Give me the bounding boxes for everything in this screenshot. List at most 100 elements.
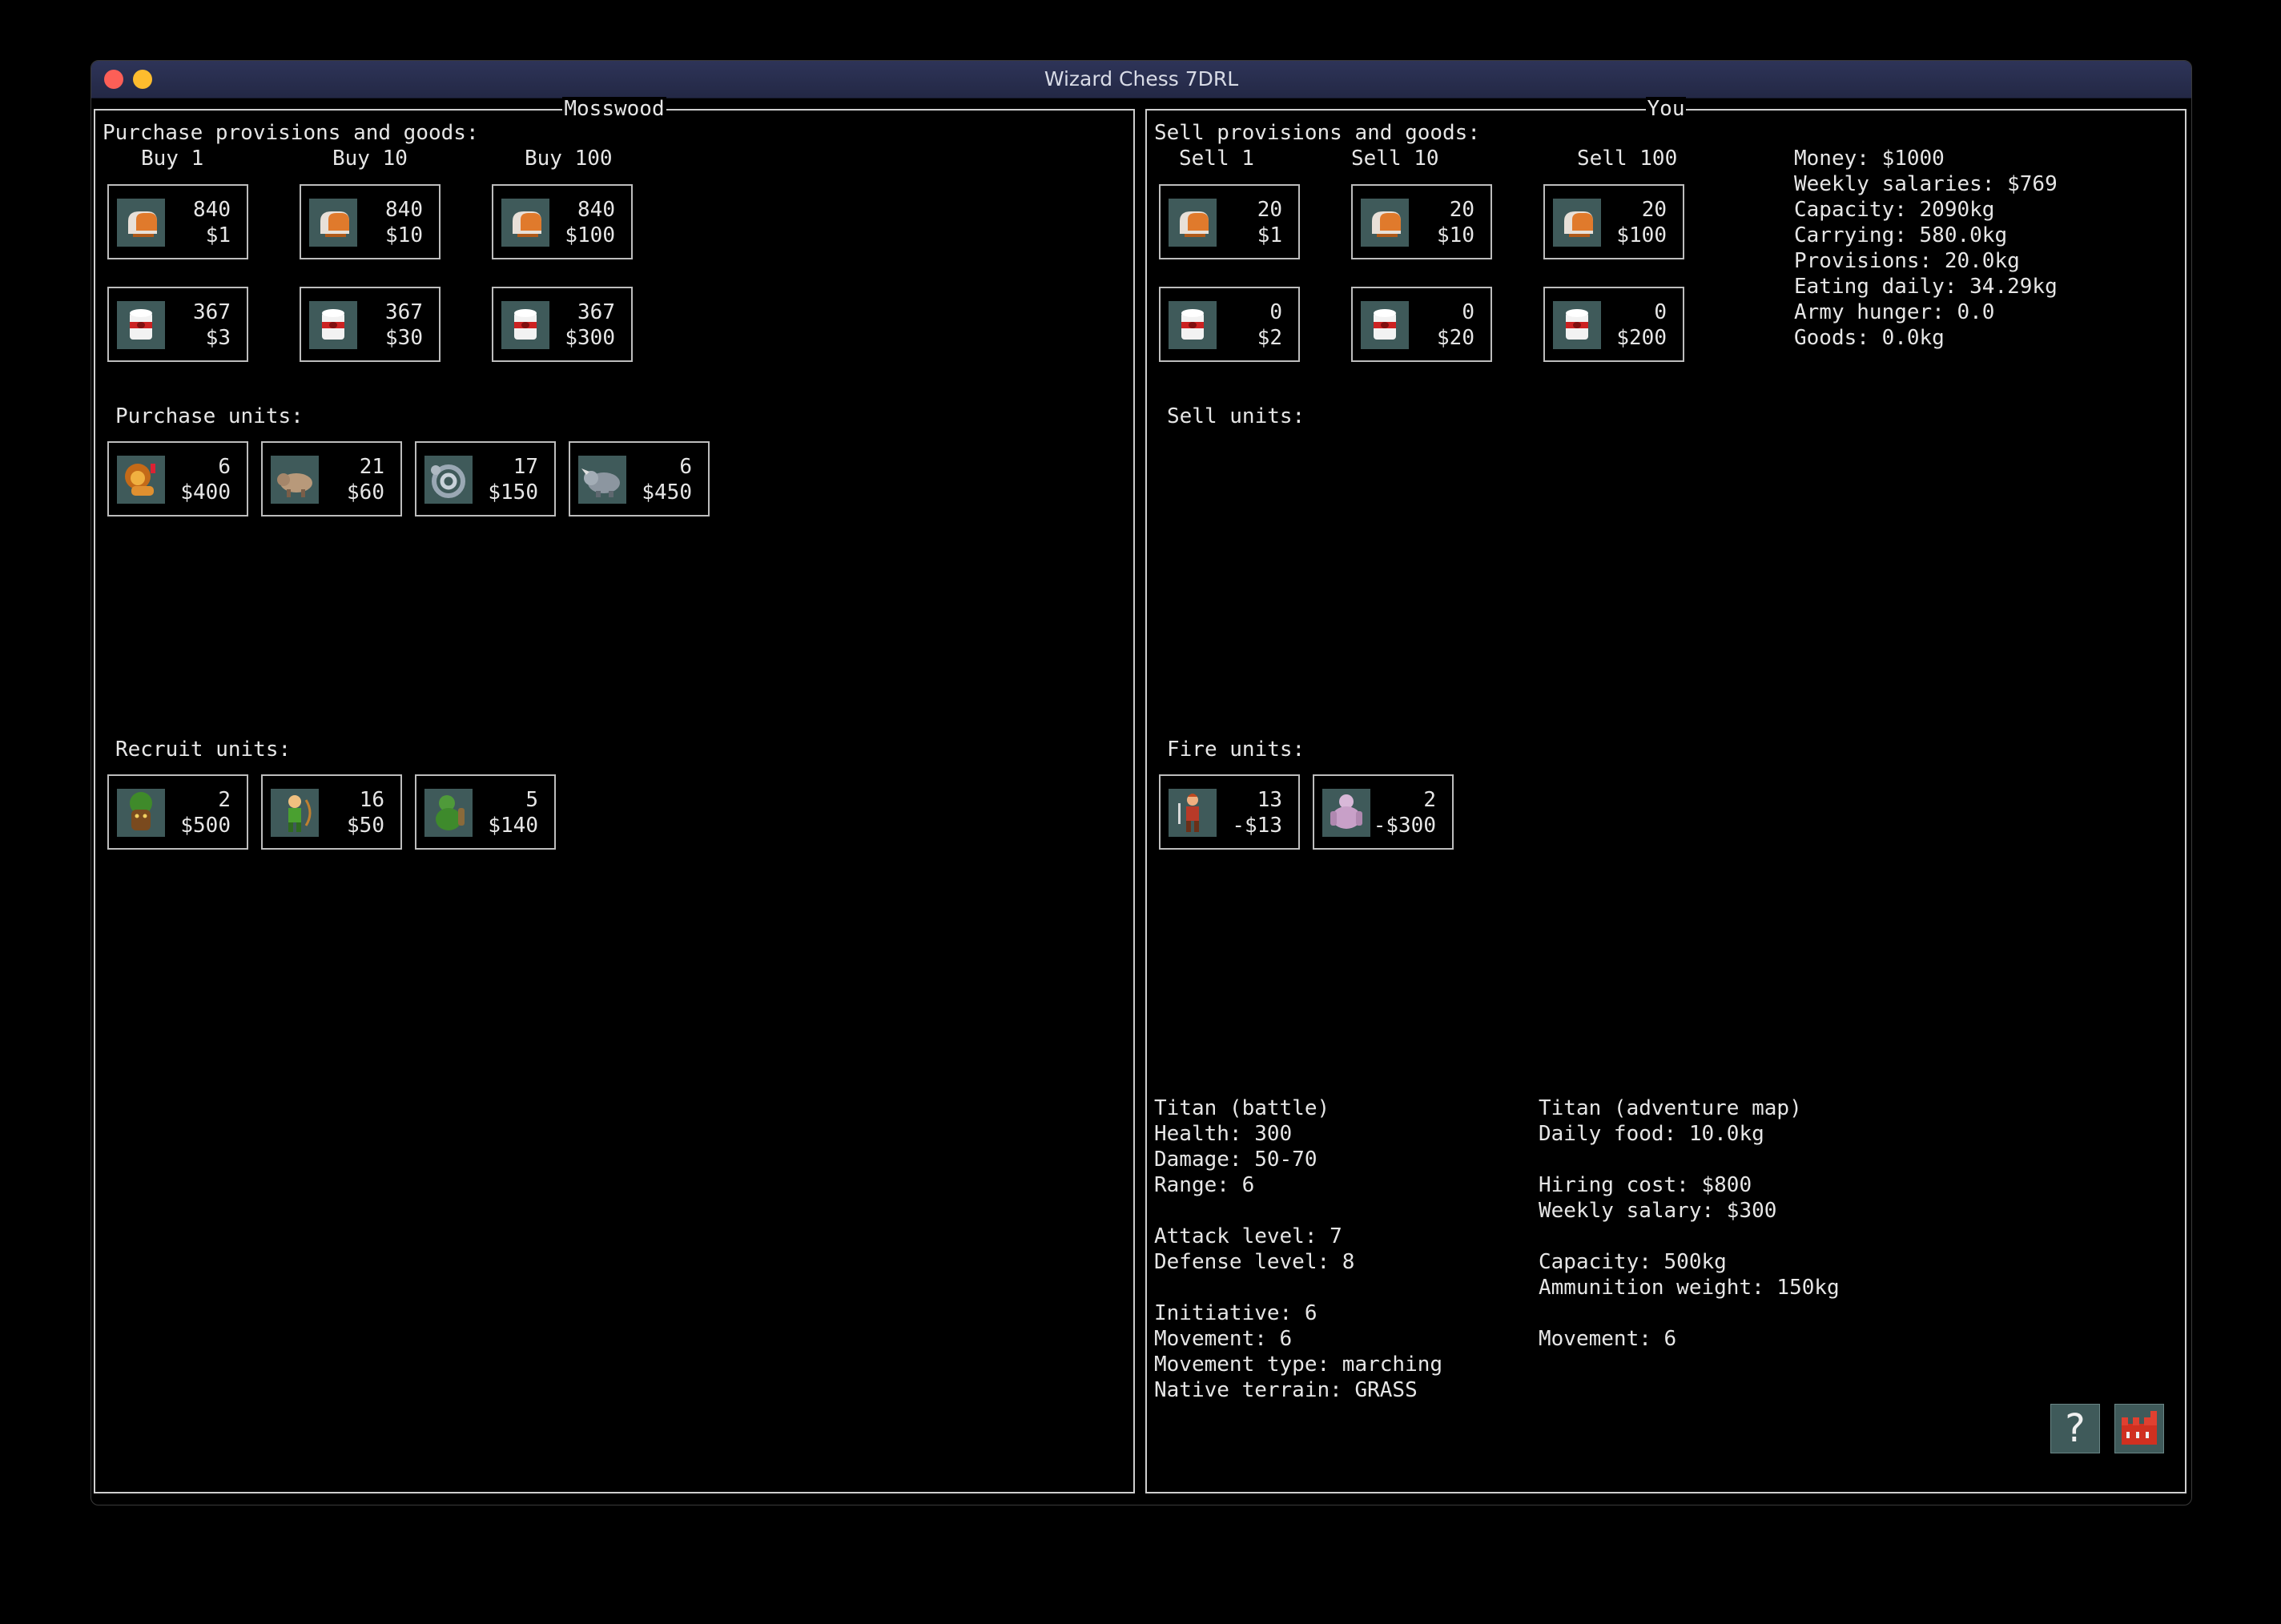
exit-town-button[interactable]: [2114, 1404, 2164, 1453]
treant-unit-icon: [117, 789, 165, 837]
stat-eating-daily: Eating daily: 34.29kg: [1794, 275, 2058, 299]
tile-price: $10: [385, 223, 423, 247]
sell-1-label: Sell 1: [1179, 147, 1254, 171]
tile-quantity: 21: [359, 455, 384, 479]
buy-goods-1-button[interactable]: 367 $3: [107, 287, 248, 362]
tile-quantity: 16: [359, 788, 384, 812]
warrior-unit-icon: [1169, 789, 1217, 837]
tile-quantity: 840: [577, 198, 615, 222]
player-panel: You Sell provisions and goods: Sell 1 Se…: [1145, 97, 2186, 1493]
recruit-unit-elf-archer-button[interactable]: 16 $50: [261, 774, 402, 850]
fire-unit-titan-button[interactable]: 2 -$300: [1313, 774, 1454, 850]
rhino-unit-icon: [578, 456, 626, 504]
tile-quantity: 6: [218, 455, 231, 479]
tile-quantity: 367: [577, 300, 615, 324]
info-attack-level: Attack level: 7: [1154, 1224, 1342, 1248]
buy-food-10-button[interactable]: 840 $10: [300, 184, 441, 259]
sell-food-10-button[interactable]: 20 $10: [1351, 184, 1492, 259]
sell-provisions-header: Sell provisions and goods:: [1154, 121, 1480, 145]
info-map-movement: Movement: 6: [1539, 1327, 1677, 1351]
recruit-unit-treant-button[interactable]: 2 $500: [107, 774, 248, 850]
sell-food-1-button[interactable]: 20 $1: [1159, 184, 1300, 259]
question-mark-icon: ?: [2065, 1406, 2085, 1451]
buy-food-1-button[interactable]: 840 $1: [107, 184, 248, 259]
purchase-unit-serpent-button[interactable]: 17 $150: [415, 441, 556, 517]
sell-goods-10-button[interactable]: 0 $20: [1351, 287, 1492, 362]
info-defense-level: Defense level: 8: [1154, 1250, 1355, 1274]
sell-goods-1-button[interactable]: 0 $2: [1159, 287, 1300, 362]
info-daily-food: Daily food: 10.0kg: [1539, 1122, 1764, 1146]
tile-price: $3: [205, 326, 231, 350]
tile-price: $140: [488, 814, 538, 838]
tile-price: $20: [1437, 326, 1474, 350]
bread-icon: [117, 199, 165, 247]
stat-provisions: Provisions: 20.0kg: [1794, 249, 2020, 273]
buy-food-100-button[interactable]: 840 $100: [492, 184, 633, 259]
green-ogre-unit-icon: [424, 789, 473, 837]
title-bar: Wizard Chess 7DRL: [91, 61, 2191, 98]
tile-price: $1: [205, 223, 231, 247]
serpent-unit-icon: [424, 456, 473, 504]
stat-capacity: Capacity: 2090kg: [1794, 198, 1995, 222]
tile-price: $450: [642, 480, 692, 504]
tile-price: $500: [180, 814, 231, 838]
tile-quantity: 20: [1449, 198, 1474, 222]
buy-1-label: Buy 1: [141, 147, 204, 171]
tile-quantity: 367: [193, 300, 231, 324]
sell-goods-100-button[interactable]: 0 $200: [1543, 287, 1684, 362]
recruit-unit-green-ogre-button[interactable]: 5 $140: [415, 774, 556, 850]
tile-price: -$300: [1373, 814, 1436, 838]
info-movement: Movement: 6: [1154, 1327, 1293, 1351]
tile-quantity: 13: [1257, 788, 1282, 812]
purchase-provisions-header: Purchase provisions and goods:: [103, 121, 479, 145]
purchase-units-header: Purchase units:: [115, 404, 304, 428]
tile-quantity: 0: [1654, 300, 1667, 324]
stat-money: Money: $1000: [1794, 147, 1945, 171]
tile-quantity: 5: [525, 788, 538, 812]
bread-icon: [1361, 199, 1409, 247]
tile-price: $100: [1616, 223, 1667, 247]
tile-price: $50: [347, 814, 384, 838]
titan-unit-icon: [1322, 789, 1370, 837]
tile-price: -$13: [1232, 814, 1282, 838]
tile-price: $30: [385, 326, 423, 350]
buy-goods-100-button[interactable]: 367 $300: [492, 287, 633, 362]
tile-quantity: 2: [218, 788, 231, 812]
tile-quantity: 0: [1269, 300, 1282, 324]
stat-goods: Goods: 0.0kg: [1794, 326, 1945, 350]
boar-unit-icon: [271, 456, 319, 504]
buy-10-label: Buy 10: [332, 147, 408, 171]
info-native-terrain: Native terrain: GRASS: [1154, 1378, 1418, 1402]
fire-units-header: Fire units:: [1167, 738, 1305, 762]
fire-unit-warrior-button[interactable]: 13 -$13: [1159, 774, 1300, 850]
tile-quantity: 2: [1423, 788, 1436, 812]
tile-quantity: 6: [679, 455, 692, 479]
stat-carrying: Carrying: 580.0kg: [1794, 223, 2008, 247]
goods-barrel-icon: [309, 301, 357, 349]
town-panel: Mosswood Purchase provisions and goods: …: [94, 97, 1135, 1493]
window-title: Wizard Chess 7DRL: [1044, 67, 1239, 90]
bread-icon: [309, 199, 357, 247]
tile-quantity: 17: [513, 455, 538, 479]
elf-archer-unit-icon: [271, 789, 319, 837]
info-health: Health: 300: [1154, 1122, 1293, 1146]
stat-army-hunger: Army hunger: 0.0: [1794, 300, 1995, 324]
tile-quantity: 840: [385, 198, 423, 222]
buy-goods-10-button[interactable]: 367 $30: [300, 287, 441, 362]
purchase-unit-rhino-button[interactable]: 6 $450: [569, 441, 710, 517]
tile-price: $10: [1437, 223, 1474, 247]
sell-units-header: Sell units:: [1167, 404, 1305, 428]
purchase-unit-boar-button[interactable]: 21 $60: [261, 441, 402, 517]
info-weekly-salary: Weekly salary: $300: [1539, 1199, 1777, 1223]
tile-quantity: 0: [1462, 300, 1474, 324]
stat-weekly-salaries: Weekly salaries: $769: [1794, 172, 2058, 196]
info-map-title: Titan (adventure map): [1539, 1096, 1802, 1120]
tile-price: $200: [1616, 326, 1667, 350]
castle-icon: [2122, 1411, 2157, 1445]
sell-food-100-button[interactable]: 20 $100: [1543, 184, 1684, 259]
help-button[interactable]: ?: [2050, 1404, 2100, 1453]
bread-icon: [1169, 199, 1217, 247]
purchase-unit-lion-button[interactable]: 6 $400: [107, 441, 248, 517]
recruit-units-header: Recruit units:: [115, 738, 292, 762]
goods-barrel-icon: [1553, 301, 1601, 349]
